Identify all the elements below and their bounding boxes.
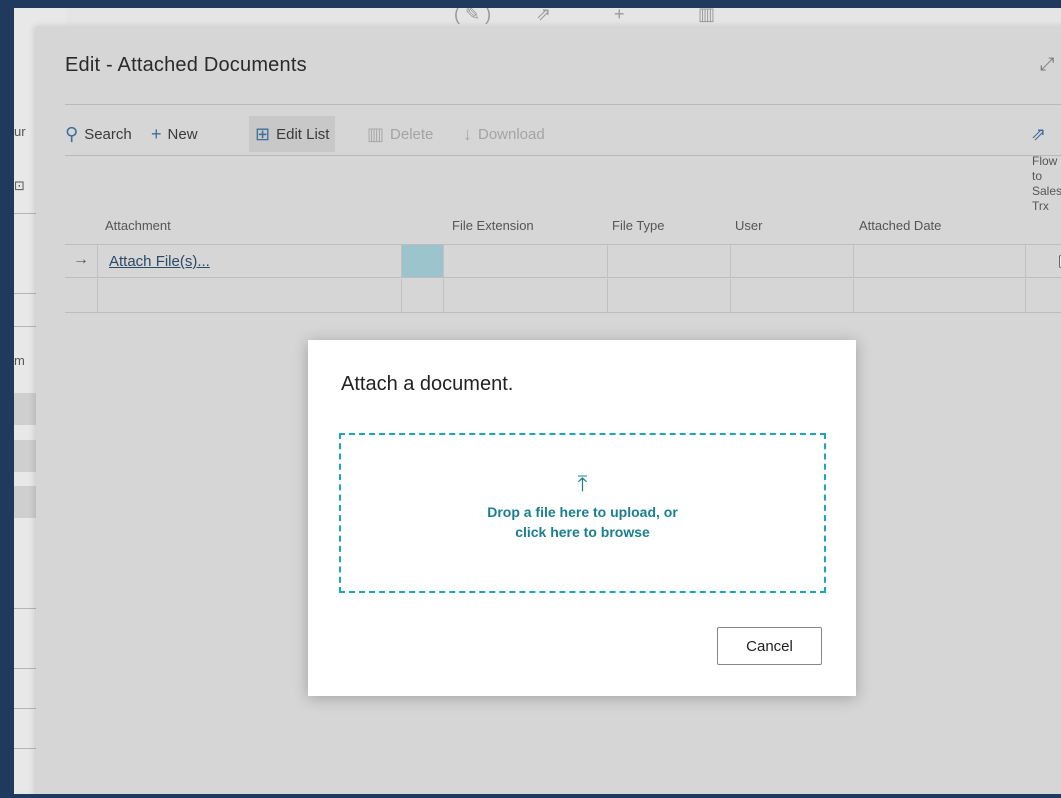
column-header-attachment[interactable]: Attachment — [105, 218, 171, 233]
column-header-flow-to-sales-trx[interactable]: Flow to Sales Trx — [1032, 154, 1061, 214]
download-icon: ↓ — [463, 124, 472, 144]
upload-icon: ⤒ — [577, 471, 588, 496]
edit-list-button[interactable]: ⊞ Edit List — [249, 116, 336, 152]
background-icon: ⊡ — [14, 178, 25, 193]
download-button[interactable]: ↓ Download — [457, 116, 551, 152]
attach-files-link[interactable]: Attach File(s)... — [109, 253, 210, 270]
new-button[interactable]: + New — [145, 116, 204, 152]
panel-title: Edit - Attached Documents — [65, 54, 307, 76]
share-button[interactable]: ⇗ — [1025, 116, 1052, 152]
add-icon: + — [614, 8, 625, 24]
delete-button[interactable]: ▥ Delete — [361, 116, 439, 152]
column-header-user[interactable]: User — [735, 218, 762, 233]
table-row[interactable] — [65, 279, 1061, 313]
share-icon: ⇗ — [1031, 124, 1047, 144]
search-button[interactable]: ⚲ Search — [59, 116, 138, 152]
expand-icon[interactable]: ⤢ — [1040, 54, 1061, 78]
drop-zone-text-line1: Drop a file here to upload, or — [487, 504, 678, 520]
selected-cell[interactable] — [401, 245, 443, 277]
dialog-title: Attach a document. — [341, 373, 514, 395]
current-row-arrow-icon: → — [73, 251, 89, 268]
search-icon: ⚲ — [65, 124, 79, 144]
delete-icon: ▥ — [367, 124, 385, 144]
delete-icon: ▥ — [698, 8, 716, 24]
share-icon: ⇗ — [536, 8, 552, 24]
app-frame: ( ✎ ) ⇗ + ▥ ur ⊡ m Edit - Attached Docum… — [14, 8, 1061, 794]
column-header-file-type[interactable]: File Type — [612, 218, 665, 233]
edit-list-icon: ⊞ — [255, 124, 271, 144]
background-text: m — [14, 353, 25, 368]
add-icon: + — [151, 124, 162, 144]
column-header-attached-date[interactable]: Attached Date — [859, 218, 941, 233]
table-row[interactable]: → Attach File(s)... — [65, 244, 1061, 278]
background-text: ur — [14, 124, 26, 139]
divider — [65, 104, 1061, 105]
action-toolbar: ⚲ Search + New ⊞ Edit List ▥ Delete ↓ Do… — [65, 116, 1061, 152]
cancel-button[interactable]: Cancel — [717, 627, 822, 665]
file-drop-zone[interactable]: ⤒ Drop a file here to upload, or click h… — [339, 433, 826, 593]
attach-document-dialog: Attach a document. ⤒ Drop a file here to… — [308, 340, 856, 696]
edit-icon: ( ✎ ) — [454, 8, 492, 24]
drop-zone-text-line2: click here to browse — [515, 524, 650, 540]
divider — [65, 155, 1061, 156]
column-header-file-extension[interactable]: File Extension — [452, 218, 534, 233]
